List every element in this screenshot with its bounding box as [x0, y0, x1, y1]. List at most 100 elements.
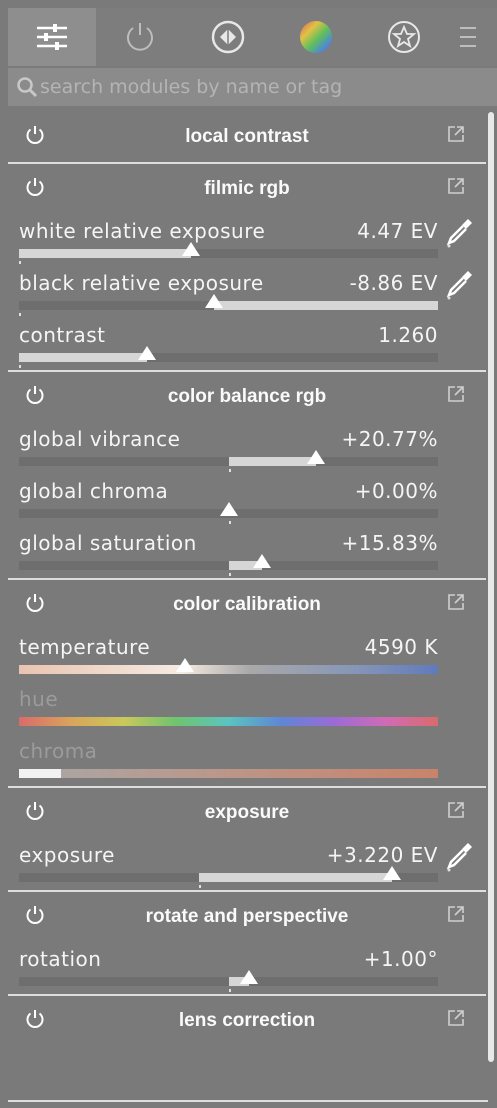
aperture-icon: [211, 20, 245, 54]
tab-presets-menu[interactable]: [448, 8, 488, 66]
sliders-icon: [37, 24, 67, 50]
module-panel: local contrast filmic rgb white relative e…: [8, 112, 486, 1046]
slider-handle[interactable]: [307, 450, 326, 464]
tab-technical-modules[interactable]: [184, 8, 272, 66]
module-header[interactable]: lens correction: [8, 996, 486, 1046]
slider-track[interactable]: [19, 346, 438, 368]
slider-value[interactable]: 4590 K: [365, 635, 438, 659]
module-filmic-rgb: filmic rgb white relative exposure 4.47 EV…: [8, 162, 486, 370]
slider-label: white relative exposure: [19, 219, 266, 243]
slider-label: rotation: [19, 947, 102, 971]
slider-handle[interactable]: [204, 294, 223, 308]
module-presets-button[interactable]: [446, 592, 466, 616]
slider-default-marker: [228, 521, 231, 524]
module-title: color calibration: [173, 594, 321, 615]
color-picker-icon[interactable]: [444, 268, 474, 302]
module-color-calibration: color calibration temperature 4590 K hue chr…: [8, 578, 486, 786]
slider-handle[interactable]: [253, 554, 272, 568]
slider-chroma[interactable]: chroma: [8, 734, 486, 786]
picker-button[interactable]: [444, 216, 474, 254]
slider-handle[interactable]: [137, 346, 156, 360]
picker-button[interactable]: [444, 268, 474, 306]
slider-handle[interactable]: [175, 658, 194, 672]
module-title: lens correction: [178, 1010, 316, 1031]
popout-icon: [448, 1010, 464, 1026]
module-rotate-and-perspective: rotate and perspective rotation +1.00°: [8, 890, 486, 994]
module-presets-button[interactable]: [446, 176, 466, 200]
slider-white-relative-exposure[interactable]: white relative exposure 4.47 EV: [8, 214, 486, 266]
slider-black-relative-exposure[interactable]: black relative exposure -8.86 EV: [8, 266, 486, 318]
module-header[interactable]: filmic rgb: [8, 164, 486, 214]
module-presets-button[interactable]: [446, 384, 466, 408]
popout-icon: [448, 386, 464, 402]
slider-handle[interactable]: [219, 502, 238, 516]
slider-label: temperature: [19, 635, 151, 659]
slider-track[interactable]: [19, 970, 438, 992]
module-presets-button[interactable]: [446, 800, 466, 824]
slider-handle[interactable]: [382, 866, 401, 880]
slider-track[interactable]: [19, 866, 438, 888]
module-header[interactable]: color calibration: [8, 580, 486, 630]
slider-track[interactable]: [19, 554, 438, 576]
tab-base-modules[interactable]: [96, 8, 184, 66]
slider-value[interactable]: +1.00°: [364, 947, 438, 971]
popout-icon: [448, 126, 464, 142]
slider-exposure[interactable]: exposure +3.220 EV: [8, 838, 486, 890]
module-header[interactable]: color balance rgb: [8, 372, 486, 422]
slider-value[interactable]: 4.47 EV: [357, 219, 438, 243]
popout-icon: [448, 906, 464, 922]
slider-value[interactable]: 1.260: [378, 323, 438, 347]
slider-value[interactable]: +3.220 EV: [327, 843, 438, 867]
slider-default-marker: [228, 989, 231, 992]
slider-default-marker: [199, 885, 202, 888]
tab-active-modules[interactable]: [8, 8, 96, 66]
slider-handle[interactable]: [181, 242, 200, 256]
slider-hue[interactable]: hue: [8, 682, 486, 734]
slider-value[interactable]: -8.86 EV: [350, 271, 438, 295]
slider-track[interactable]: [19, 502, 438, 524]
module-presets-button[interactable]: [446, 1008, 466, 1032]
module-header[interactable]: exposure: [8, 788, 486, 838]
slider-global-chroma[interactable]: global chroma +0.00%: [8, 474, 486, 526]
panel-scrollbar[interactable]: [488, 112, 494, 1062]
module-search[interactable]: [8, 68, 497, 106]
slider-track[interactable]: [19, 242, 438, 264]
picker-button[interactable]: [444, 840, 474, 878]
slider-gradient-track[interactable]: [19, 717, 438, 726]
power-icon: [127, 23, 153, 51]
favorites-icon: [388, 21, 420, 53]
module-title: filmic rgb: [204, 178, 290, 199]
slider-label: hue: [19, 687, 59, 711]
module-color-balance-rgb: color balance rgb global vibrance +20.77% g…: [8, 370, 486, 578]
slider-contrast[interactable]: contrast 1.260: [8, 318, 486, 370]
slider-default-marker: [228, 469, 231, 472]
slider-label: chroma: [19, 739, 98, 763]
module-title: exposure: [204, 802, 290, 823]
slider-handle[interactable]: [240, 970, 259, 984]
color-picker-icon[interactable]: [444, 840, 474, 874]
search-input[interactable]: [38, 75, 497, 99]
module-presets-button[interactable]: [446, 124, 466, 148]
module-header[interactable]: rotate and perspective: [8, 892, 486, 942]
tab-effect-modules[interactable]: [360, 8, 448, 66]
popout-icon: [448, 178, 464, 194]
slider-global-vibrance[interactable]: global vibrance +20.77%: [8, 422, 486, 474]
slider-value[interactable]: +20.77%: [341, 427, 438, 451]
module-header[interactable]: local contrast: [8, 112, 486, 162]
slider-value[interactable]: +15.83%: [341, 531, 438, 555]
tab-color-modules[interactable]: [272, 8, 360, 66]
slider-track[interactable]: [19, 294, 438, 316]
color-picker-icon[interactable]: [444, 216, 474, 250]
module-presets-button[interactable]: [446, 904, 466, 928]
slider-default-marker: [19, 365, 21, 368]
popout-icon: [448, 594, 464, 610]
slider-gradient-track[interactable]: [19, 658, 438, 674]
slider-global-saturation[interactable]: global saturation +15.83%: [8, 526, 486, 578]
slider-gradient-track[interactable]: [19, 769, 438, 778]
slider-rotation[interactable]: rotation +1.00°: [8, 942, 486, 994]
slider-track[interactable]: [19, 450, 438, 472]
slider-label: exposure: [19, 843, 115, 867]
slider-temperature[interactable]: temperature 4590 K: [8, 630, 486, 682]
slider-label: global vibrance: [19, 427, 181, 451]
slider-value[interactable]: +0.00%: [355, 479, 438, 503]
